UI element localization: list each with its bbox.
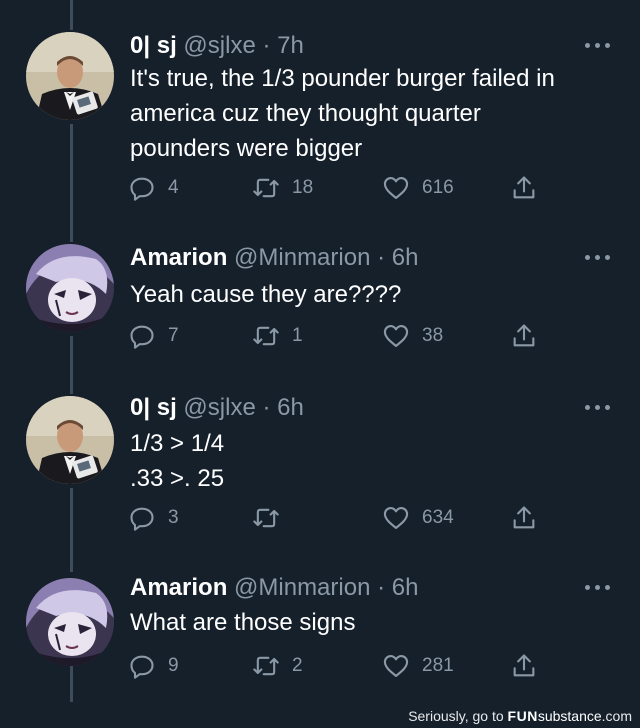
heart-icon [383, 655, 409, 677]
reply-button[interactable]: 7 [128, 320, 179, 352]
tweet-text-line: 1/3 > 1/4 [130, 430, 225, 457]
timestamp[interactable]: · 6h [377, 574, 418, 601]
like-count: 38 [422, 325, 444, 346]
reply-icon [130, 325, 154, 349]
retweet-icon [253, 326, 279, 346]
like-button[interactable]: 634 [382, 502, 454, 534]
anime-character-avatar[interactable] [26, 578, 114, 666]
like-count: 634 [422, 507, 454, 528]
user-handle[interactable]: @Minmarion [234, 244, 370, 271]
watermark-brand-fun: FUN [507, 708, 538, 724]
tweet-text-line: pounders were bigger [130, 135, 363, 162]
tweet-header: Amarion @Minmarion · 6h [130, 574, 418, 602]
heart-icon [383, 177, 409, 199]
watermark: Seriously, go to FUNsubstance.com [408, 708, 632, 724]
reply-button[interactable]: 4 [128, 172, 179, 204]
man-in-tuxedo-avatar[interactable] [26, 32, 114, 120]
like-button[interactable]: 616 [382, 172, 454, 204]
tweet-text-line: america cuz they thought quarter [130, 100, 481, 127]
timestamp[interactable]: · 6h [262, 394, 303, 421]
display-name[interactable]: 0| sj [130, 32, 177, 59]
tweet-text: Yeah cause they are???? [130, 277, 620, 312]
tweet-text-line: .33 >. 25 [130, 465, 225, 492]
share-button[interactable] [510, 502, 538, 534]
retweet-button[interactable]: 2 [252, 650, 303, 682]
share-icon [513, 176, 535, 199]
tweet-text: 1/3 > 1/4 .33 >. 25 [130, 426, 620, 496]
retweet-icon [253, 508, 279, 528]
share-icon [513, 324, 535, 347]
watermark-brand-rest: substance [537, 708, 602, 724]
tweet-text: What are those signs [130, 605, 620, 640]
share-button[interactable] [510, 650, 538, 682]
share-button[interactable] [510, 320, 538, 352]
tweet[interactable]: Amarion @Minmarion · 6h What are those s… [0, 568, 640, 702]
tweet[interactable]: 0| sj @sjlxe · 6h 1/3 > 1/4 .33 >. 25 3 … [0, 390, 640, 568]
more-options-icon[interactable] [585, 582, 613, 592]
retweet-icon [253, 178, 279, 198]
share-button[interactable] [510, 172, 538, 204]
tweet-header: 0| sj @sjlxe · 6h [130, 394, 304, 422]
retweet-button[interactable] [252, 502, 292, 534]
timestamp[interactable]: · 7h [262, 32, 303, 59]
like-button[interactable]: 281 [382, 650, 454, 682]
display-name[interactable]: Amarion [130, 574, 227, 601]
retweet-count: 2 [292, 655, 303, 676]
man-in-tuxedo-avatar[interactable] [26, 396, 114, 484]
anime-character-avatar[interactable] [26, 244, 114, 332]
tweet-actions: 3 634 [128, 502, 548, 534]
tweet-header: 0| sj @sjlxe · 7h [130, 32, 304, 60]
reply-icon [130, 177, 154, 201]
watermark-prefix: Seriously, go to [408, 708, 508, 724]
like-count: 616 [422, 177, 454, 198]
reply-button[interactable]: 9 [128, 650, 179, 682]
share-icon [513, 654, 535, 677]
more-options-icon[interactable] [585, 402, 613, 412]
retweet-count: 1 [292, 325, 303, 346]
tweet[interactable]: 0| sj @sjlxe · 7h It's true, the 1/3 pou… [0, 0, 640, 230]
tweet[interactable]: Amarion @Minmarion · 6h Yeah cause they … [0, 230, 640, 390]
timestamp[interactable]: · 6h [377, 244, 418, 271]
tweet-actions: 7 1 38 [128, 320, 548, 352]
retweet-button[interactable]: 1 [252, 320, 303, 352]
reply-icon [130, 507, 154, 531]
tweet-actions: 9 2 281 [128, 650, 548, 682]
reply-button[interactable]: 3 [128, 502, 179, 534]
like-count: 281 [422, 655, 454, 676]
tweet-header: Amarion @Minmarion · 6h [130, 244, 418, 272]
reply-count: 7 [168, 325, 179, 346]
heart-icon [383, 507, 409, 529]
like-button[interactable]: 38 [382, 320, 443, 352]
retweet-icon [253, 656, 279, 676]
more-options-icon[interactable] [585, 40, 613, 50]
display-name[interactable]: Amarion [130, 244, 227, 271]
display-name[interactable]: 0| sj [130, 394, 177, 421]
tweet-thread: 0| sj @sjlxe · 7h It's true, the 1/3 pou… [0, 0, 640, 728]
heart-icon [383, 325, 409, 347]
reply-icon [130, 655, 154, 679]
tweet-text-line: What are those signs [130, 609, 356, 636]
reply-count: 4 [168, 177, 179, 198]
watermark-suffix: .com [601, 708, 632, 724]
retweet-button[interactable]: 18 [252, 172, 313, 204]
more-options-icon[interactable] [585, 252, 613, 262]
tweet-text: It's true, the 1/3 pounder burger failed… [130, 61, 620, 166]
tweet-text-line: Yeah cause they are???? [130, 281, 402, 308]
reply-count: 3 [168, 507, 179, 528]
user-handle[interactable]: @sjlxe [183, 394, 255, 421]
tweet-text-line: It's true, the 1/3 pounder burger failed… [130, 65, 555, 92]
share-icon [513, 506, 535, 529]
tweet-actions: 4 18 616 [128, 172, 548, 204]
retweet-count: 18 [292, 177, 314, 198]
reply-count: 9 [168, 655, 179, 676]
user-handle[interactable]: @Minmarion [234, 574, 370, 601]
user-handle[interactable]: @sjlxe [183, 32, 255, 59]
